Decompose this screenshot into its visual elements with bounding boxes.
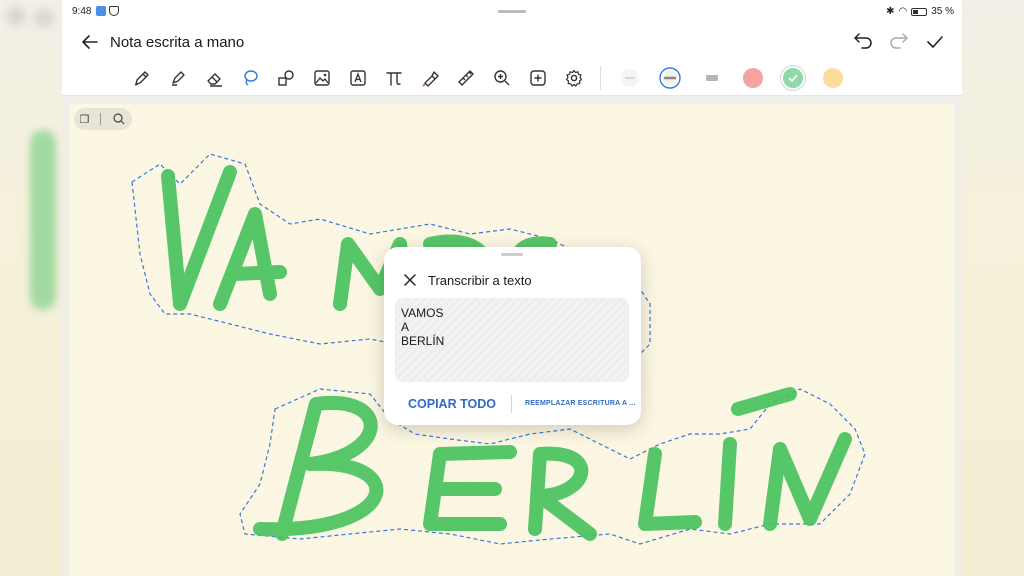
text-box-tool[interactable] <box>348 68 368 88</box>
color-picker-icon <box>422 71 439 87</box>
blurred-stroke <box>30 130 56 310</box>
color-swatch-pink[interactable] <box>743 68 763 88</box>
close-button[interactable] <box>402 272 418 288</box>
back-arrow-icon <box>82 35 98 49</box>
lasso-icon <box>244 70 258 86</box>
page-title: Nota escrita a mano <box>110 34 245 51</box>
eraser-icon <box>207 73 222 87</box>
text-box-icon <box>350 70 366 86</box>
settings-icon <box>565 69 583 87</box>
app-header: Nota escrita a mano <box>62 24 962 60</box>
copy-all-button[interactable]: COPIAR TODO <box>408 397 496 411</box>
transcribed-line: VAMOS <box>401 306 444 320</box>
undo-button[interactable] <box>852 32 874 52</box>
redo-button[interactable] <box>888 32 910 52</box>
status-handle <box>498 10 526 13</box>
toolbar-divider <box>600 66 601 90</box>
image-tool[interactable] <box>312 68 332 88</box>
settings-tool[interactable] <box>564 68 584 88</box>
check-icon <box>927 36 943 48</box>
add-icon <box>530 70 546 86</box>
medium-line-icon <box>659 67 681 89</box>
eraser-tool[interactable] <box>204 68 224 88</box>
thick-line-icon <box>706 75 718 81</box>
battery-percent: 35 % <box>931 6 954 17</box>
stroke-thin-option[interactable] <box>620 68 640 88</box>
stroke-thick-option[interactable] <box>702 68 722 88</box>
toolbar <box>62 60 962 96</box>
confirm-button[interactable] <box>924 32 946 52</box>
redo-icon <box>890 33 908 49</box>
battery-icon <box>911 7 928 16</box>
shapes-icon <box>278 70 294 86</box>
backdrop-right <box>962 0 1024 576</box>
image-icon <box>314 70 330 86</box>
zoom-tool[interactable] <box>492 68 512 88</box>
transcribed-line: A <box>401 320 410 334</box>
wifi-icon: ◠ <box>898 6 908 17</box>
add-tool[interactable] <box>528 68 548 88</box>
zoom-icon <box>494 70 510 86</box>
close-icon <box>404 274 416 286</box>
status-right: ✱ ◠ 35 % <box>886 6 954 17</box>
stroke-medium-option[interactable] <box>659 67 681 89</box>
popup-drag-handle[interactable] <box>501 253 523 256</box>
formula-tool[interactable] <box>384 68 404 88</box>
transcribe-popup: Transcribir a texto VAMOS A BERLÍN COPIA… <box>384 247 641 425</box>
status-bar: 9:48 ✱ ◠ 35 % <box>62 0 962 24</box>
selected-check-icon <box>788 74 798 83</box>
actions-divider <box>511 395 512 413</box>
formula-icon <box>386 72 402 86</box>
replace-handwriting-button[interactable]: REEMPLAZAR ESCRITURA A ... <box>525 400 636 407</box>
transcribed-line: BERLÍN <box>401 334 445 348</box>
lasso-tool[interactable] <box>240 68 260 88</box>
bluetooth-icon: ✱ <box>886 6 895 17</box>
color-swatch-green[interactable] <box>783 68 803 88</box>
shapes-tool[interactable] <box>276 68 296 88</box>
pen-icon <box>134 71 149 86</box>
color-picker-tool[interactable] <box>420 68 440 88</box>
backdrop-left <box>0 0 62 576</box>
highlighter-icon <box>172 71 185 86</box>
transcribed-text-box[interactable]: VAMOS A BERLÍN <box>395 298 629 382</box>
blurred-icon <box>34 8 54 28</box>
highlighter-tool[interactable] <box>168 68 188 88</box>
ruler-icon <box>458 70 474 86</box>
status-time: 9:48 <box>72 6 92 17</box>
ruler-tool[interactable] <box>456 68 476 88</box>
undo-icon <box>854 33 872 49</box>
shield-icon <box>109 6 119 16</box>
back-button[interactable] <box>80 32 100 52</box>
blurred-icon <box>6 6 26 26</box>
popup-title: Transcribir a texto <box>428 273 532 288</box>
pen-tool[interactable] <box>132 68 152 88</box>
notification-app-icon <box>96 6 106 16</box>
thin-line-icon <box>621 69 639 87</box>
color-swatch-yellow[interactable] <box>823 68 843 88</box>
